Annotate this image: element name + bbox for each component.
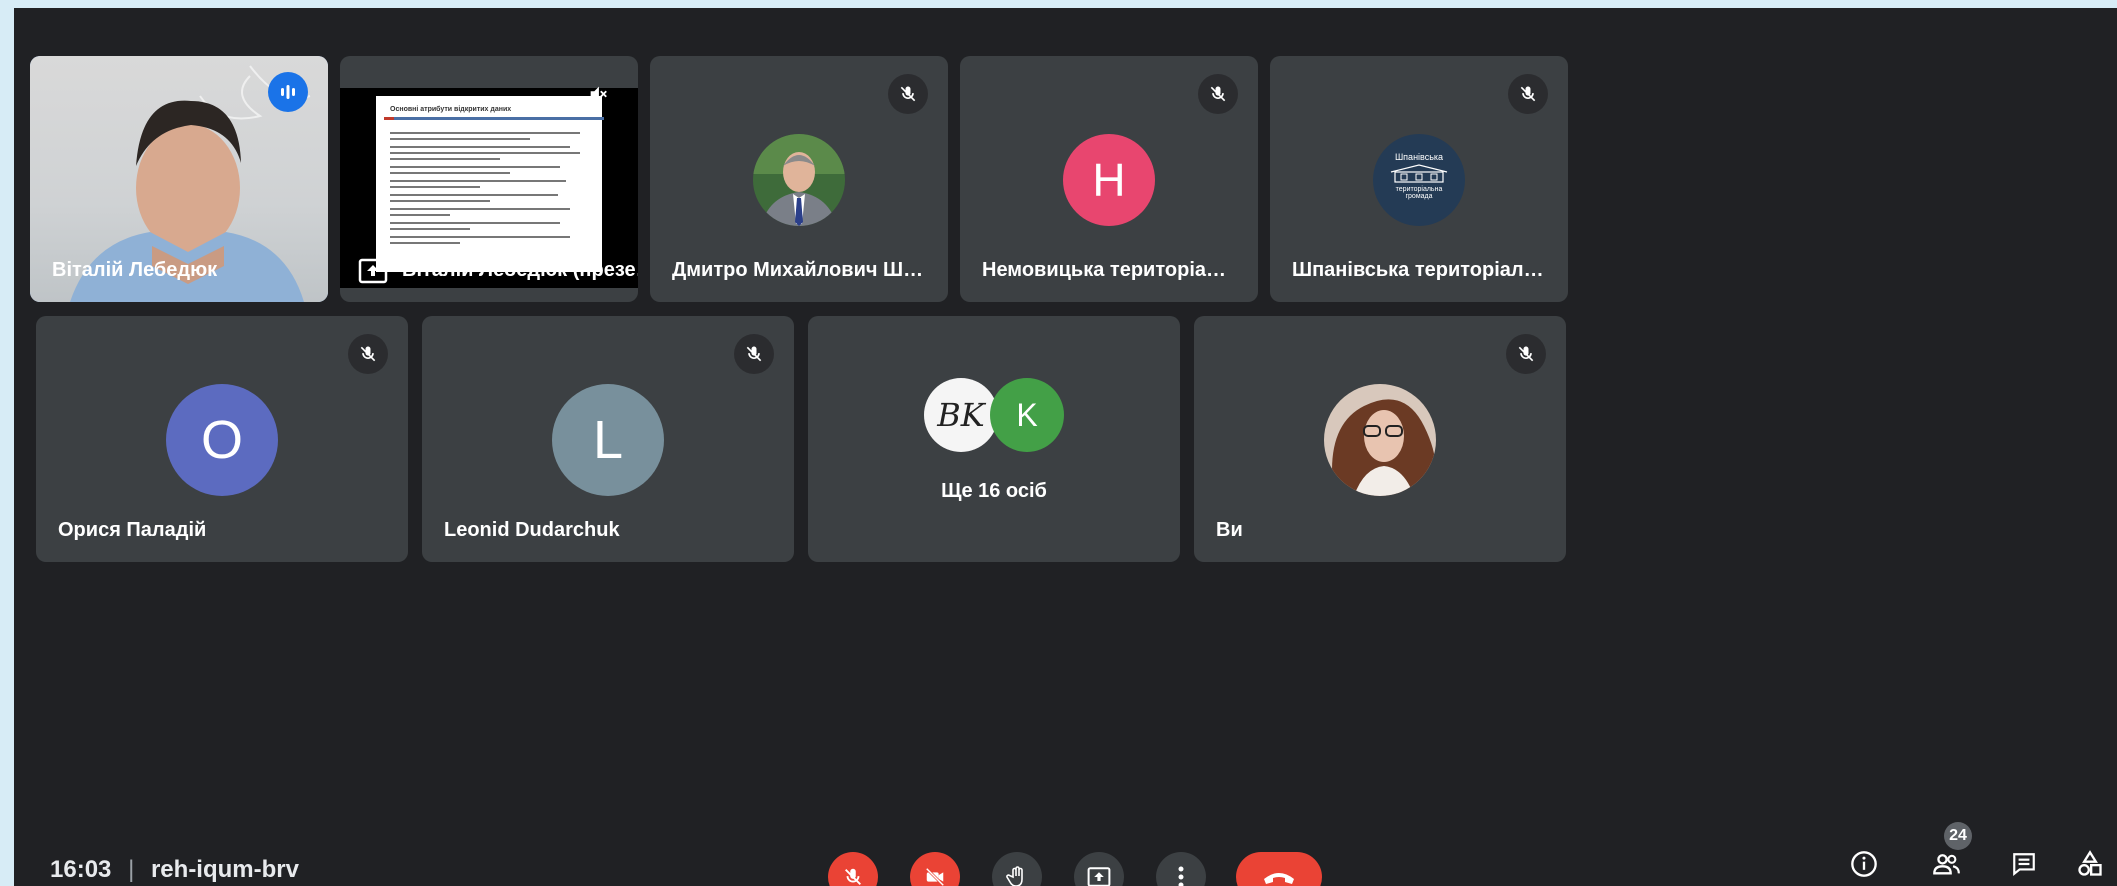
raise-hand-button[interactable] bbox=[992, 852, 1042, 886]
bottom-toolbar: 16:03 | reh-iqum-brv 24 bbox=[14, 798, 2117, 886]
activities-icon bbox=[2078, 850, 2102, 876]
people-icon bbox=[1933, 854, 1960, 875]
present-icon bbox=[1087, 867, 1111, 886]
meeting-code: reh-iqum-brv bbox=[150, 856, 299, 883]
mic-off-icon bbox=[845, 868, 861, 885]
participant-name: Ви bbox=[1216, 519, 1243, 541]
presenting-icon bbox=[358, 258, 388, 284]
separator: | bbox=[128, 856, 135, 883]
mic-off-icon bbox=[1508, 74, 1548, 114]
chat-icon bbox=[2013, 853, 2035, 877]
hand-icon bbox=[1006, 866, 1023, 886]
muted-icon bbox=[578, 74, 618, 114]
avatar-initial: L bbox=[552, 384, 664, 496]
present-button[interactable] bbox=[1074, 852, 1124, 886]
people-button[interactable]: 24 bbox=[1926, 822, 1972, 884]
time: 16:03 bbox=[50, 856, 112, 883]
participant-name: Leonid Dudarchuk bbox=[444, 519, 620, 541]
participant-tile-presentation[interactable]: Основні атрибути відкритих даних Віталій… bbox=[340, 56, 638, 302]
building-icon bbox=[1390, 164, 1448, 183]
participant-tile-orysia[interactable]: O Орися Паладій bbox=[36, 316, 408, 562]
others-count-label: Ще 16 осіб bbox=[941, 480, 1047, 502]
activities-button[interactable] bbox=[2070, 844, 2110, 884]
mic-off-icon bbox=[1506, 334, 1546, 374]
participant-tile-you[interactable]: Ви bbox=[1194, 316, 1566, 562]
others-avatar-logo: BK bbox=[924, 378, 998, 452]
participant-name: Шпанівська територіальна гро... bbox=[1292, 259, 1546, 281]
participant-count-badge: 24 bbox=[1944, 822, 1972, 850]
others-avatar-initial: K bbox=[990, 378, 1064, 452]
slide-text-lines bbox=[390, 132, 580, 244]
participant-tile-vitalii[interactable]: Віталій Лебедюк bbox=[30, 56, 328, 302]
avatar-initial: Н bbox=[1063, 134, 1155, 226]
avatar-photo bbox=[1324, 384, 1436, 496]
avatar-initial: O bbox=[166, 384, 278, 496]
camera-off-icon bbox=[925, 867, 945, 886]
participant-name: Віталій Лебедюк (презент... bbox=[402, 259, 638, 281]
leave-call-button[interactable] bbox=[1236, 852, 1322, 886]
participant-tile-others[interactable]: BK K Ще 16 осіб bbox=[808, 316, 1180, 562]
slide-title-bar bbox=[384, 117, 604, 120]
mic-toggle-button[interactable] bbox=[828, 852, 878, 886]
chat-button[interactable] bbox=[2004, 844, 2044, 884]
participant-name: Немовицька територіальна гр... bbox=[982, 259, 1236, 281]
mic-off-icon bbox=[734, 334, 774, 374]
participant-name: Дмитро Михайлович Шевчук bbox=[672, 259, 926, 281]
info-icon bbox=[1851, 851, 1877, 877]
hang-up-icon bbox=[1264, 873, 1294, 884]
meeting-details-button[interactable] bbox=[1844, 844, 1884, 884]
participant-tile-nemovytska[interactable]: Н Немовицька територіальна гр... bbox=[960, 56, 1258, 302]
camera-toggle-button[interactable] bbox=[910, 852, 960, 886]
slide-title: Основні атрибути відкритих даних bbox=[390, 106, 512, 113]
participant-tile-leonid[interactable]: L Leonid Dudarchuk bbox=[422, 316, 794, 562]
mic-off-icon bbox=[888, 74, 928, 114]
meet-window: Віталій Лебедюк Основні атрибути відкрит… bbox=[14, 8, 2117, 886]
avatar-photo bbox=[753, 134, 845, 226]
more-vert-icon bbox=[1178, 866, 1184, 886]
slide-page: Основні атрибути відкритих даних bbox=[376, 96, 604, 272]
mic-off-icon bbox=[348, 334, 388, 374]
more-options-button[interactable] bbox=[1156, 852, 1206, 886]
speaking-indicator-icon bbox=[268, 72, 308, 112]
participant-name: Віталій Лебедюк bbox=[52, 259, 218, 281]
meeting-info: 16:03 | reh-iqum-brv bbox=[50, 856, 299, 884]
mic-off-icon bbox=[1198, 74, 1238, 114]
participant-tile-shpanivska[interactable]: Шпанівська територіальна громада Шпанівс… bbox=[1270, 56, 1568, 302]
community-logo: Шпанівська територіальна громада bbox=[1373, 134, 1465, 226]
participant-name: Орися Паладій bbox=[58, 519, 207, 541]
participant-tile-shevchuk[interactable]: Дмитро Михайлович Шевчук bbox=[650, 56, 948, 302]
